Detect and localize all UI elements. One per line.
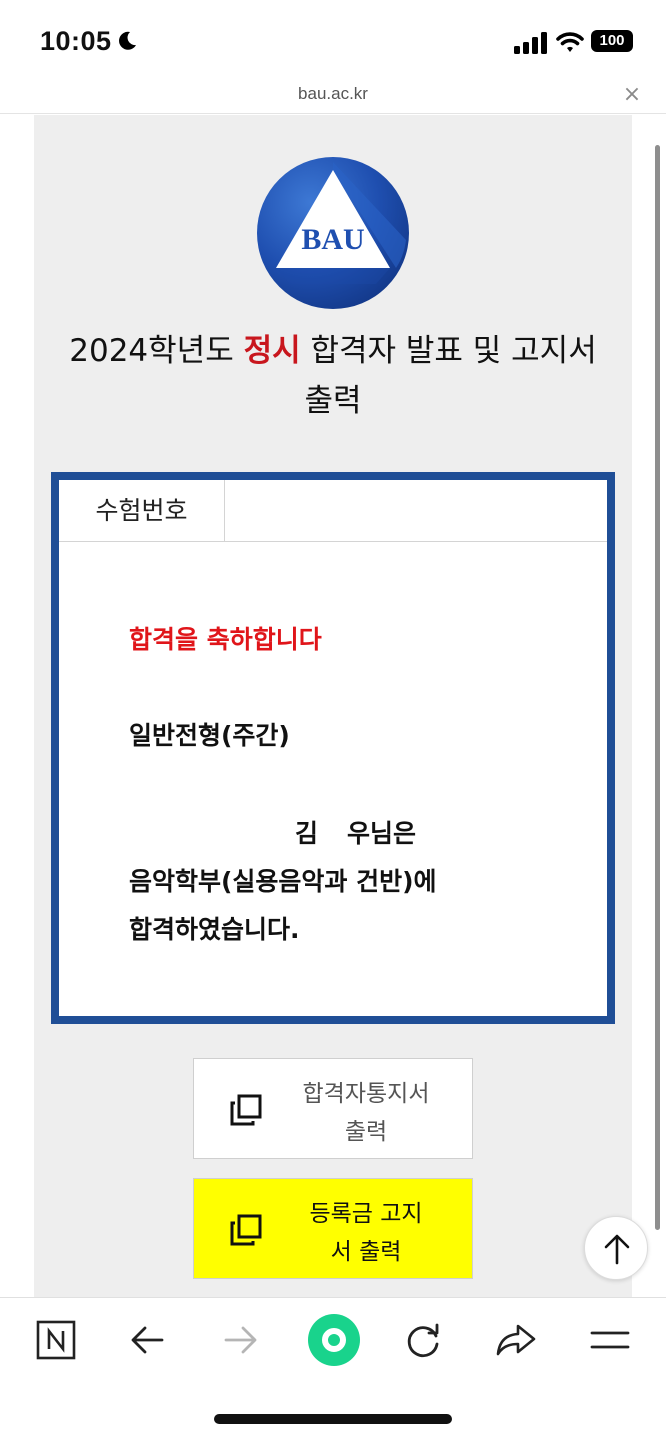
name-redaction-middle: [325, 814, 347, 850]
home-indicator[interactable]: [214, 1414, 452, 1424]
url-text[interactable]: bau.ac.kr: [0, 84, 666, 104]
print-notice-label: 합격자통지서 출력: [302, 1081, 430, 1145]
arrow-up-icon: [604, 1234, 630, 1265]
title-highlight: 정시: [243, 333, 301, 369]
menu-icon[interactable]: [588, 1318, 632, 1362]
status-time: 10:05: [40, 26, 112, 56]
logo-text: BAU: [301, 223, 364, 256]
exam-number-value: [227, 480, 607, 542]
department-text: 음악학부(실용음악과 건반)에: [129, 867, 437, 896]
passed-text: 합격하였습니다.: [129, 915, 300, 944]
moon-icon: [119, 31, 136, 50]
signal-icon: [514, 32, 547, 54]
forward-arrow-icon[interactable]: [218, 1318, 262, 1362]
url-bar[interactable]: bau.ac.kr ×: [0, 78, 666, 114]
copy-icon: [230, 1214, 262, 1246]
wifi-icon: [556, 32, 584, 52]
page-title: 2024학년도 정시 합격자 발표 및 고지서 출력: [34, 326, 632, 426]
admission-type: 일반전형(주간): [129, 721, 290, 750]
bau-logo: BAU: [257, 157, 409, 309]
exam-number-row: 수험번호: [59, 480, 607, 542]
page-title-line1: 2024학년도 정시 합격자 발표 및 고지서: [69, 333, 597, 369]
copy-icon: [230, 1094, 262, 1126]
scrollbar[interactable]: [655, 145, 660, 1230]
applicant-name-rest: 우님은: [347, 819, 417, 848]
congrats-message: 합격을 축하합니다: [129, 625, 322, 654]
green-dot-icon[interactable]: [306, 1312, 362, 1368]
status-bar: 10:05 100: [0, 0, 666, 78]
refresh-icon[interactable]: [402, 1318, 446, 1362]
applicant-name-first: 김: [295, 819, 319, 848]
print-notice-button[interactable]: 합격자통지서 출력: [193, 1058, 473, 1159]
applicant-name-line: 김 우님은: [129, 814, 549, 850]
close-icon[interactable]: ×: [620, 82, 644, 107]
page-title-line2: 출력: [304, 383, 362, 419]
naver-icon[interactable]: [34, 1318, 78, 1362]
result-box: 수험번호 합격을 축하합니다 일반전형(주간) 김 우님은 음악학부(실용음악과…: [51, 472, 615, 1024]
share-icon[interactable]: [494, 1318, 538, 1362]
print-tuition-button[interactable]: 등록금 고지 서 출력: [193, 1178, 473, 1279]
back-arrow-icon[interactable]: [126, 1318, 170, 1362]
battery-icon: 100: [591, 30, 633, 52]
bottom-nav-bar: [0, 1297, 666, 1440]
print-tuition-label: 등록금 고지 서 출력: [309, 1201, 423, 1265]
name-redaction: [129, 814, 289, 850]
exam-number-label: 수험번호: [59, 480, 225, 542]
scroll-to-top-button[interactable]: [584, 1216, 648, 1280]
